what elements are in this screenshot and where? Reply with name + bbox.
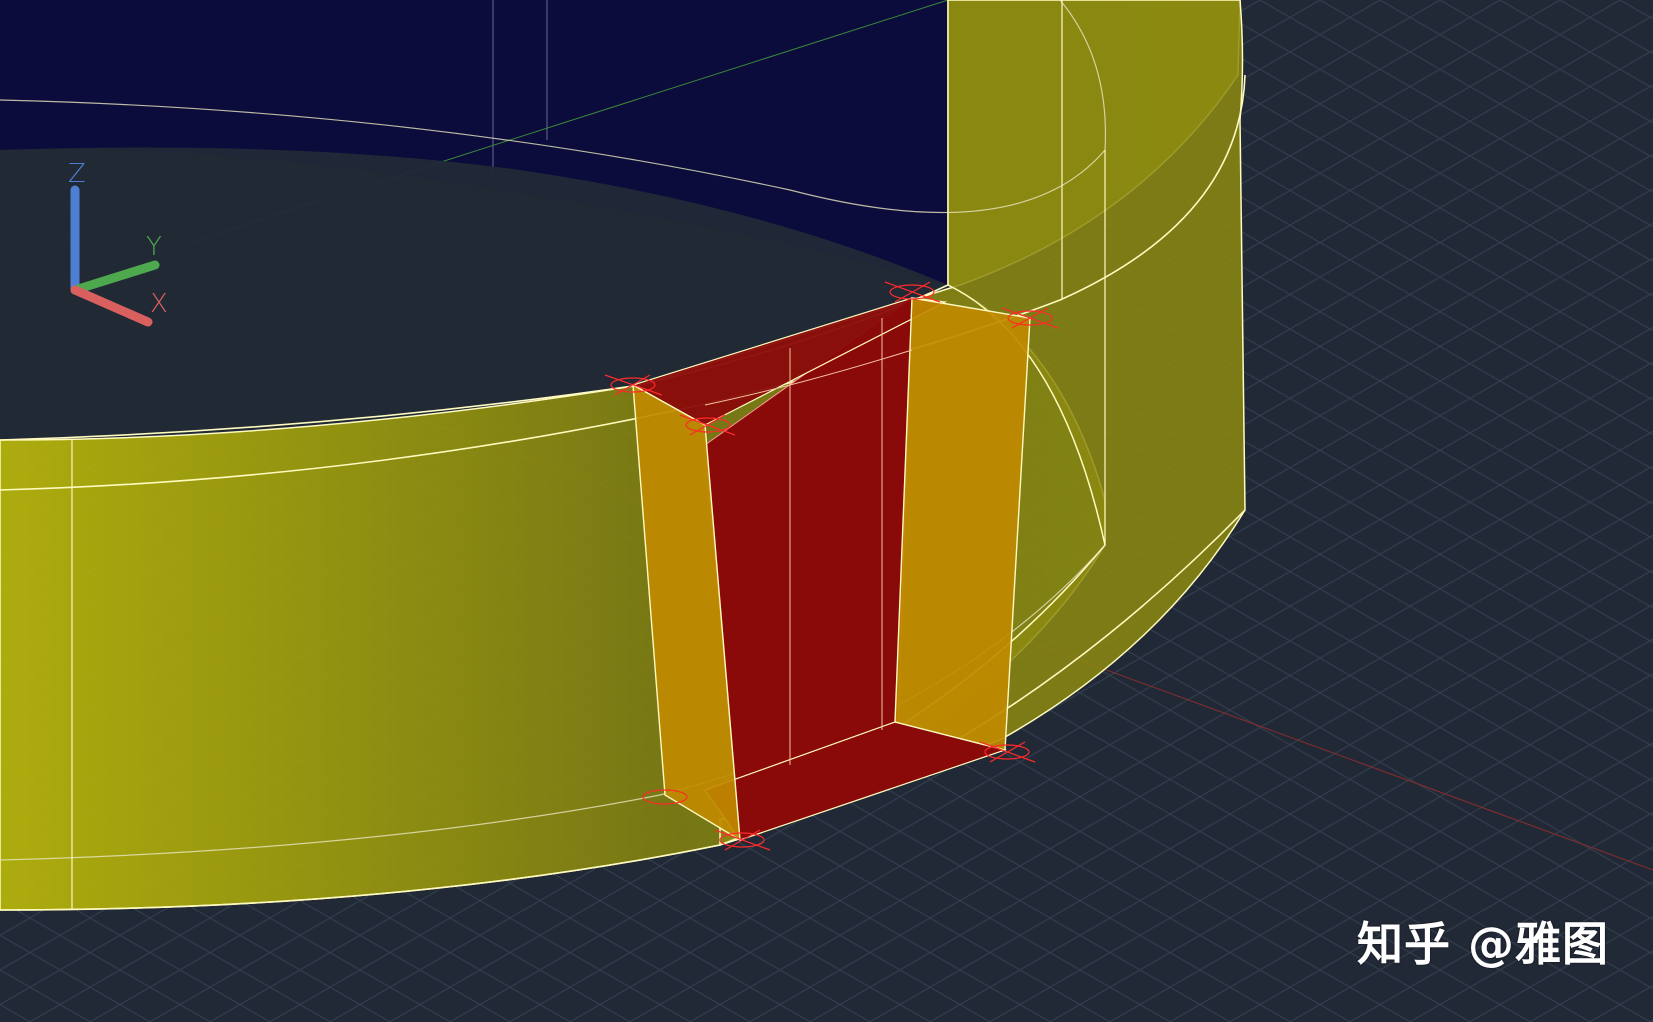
model-space-canvas[interactable]: Z Y X xyxy=(0,0,1653,1022)
watermark-platform: 知乎 xyxy=(1356,917,1451,971)
ucs-x-label: X xyxy=(150,289,168,319)
watermark-author: @雅图 xyxy=(1468,917,1609,971)
ucs-y-label: Y xyxy=(146,232,162,262)
watermark: 知乎 @雅图 xyxy=(1357,908,1609,974)
ucs-z-label: Z xyxy=(68,159,86,189)
3d-viewport[interactable]: Z Y X 知乎 @雅图 xyxy=(0,0,1653,1022)
